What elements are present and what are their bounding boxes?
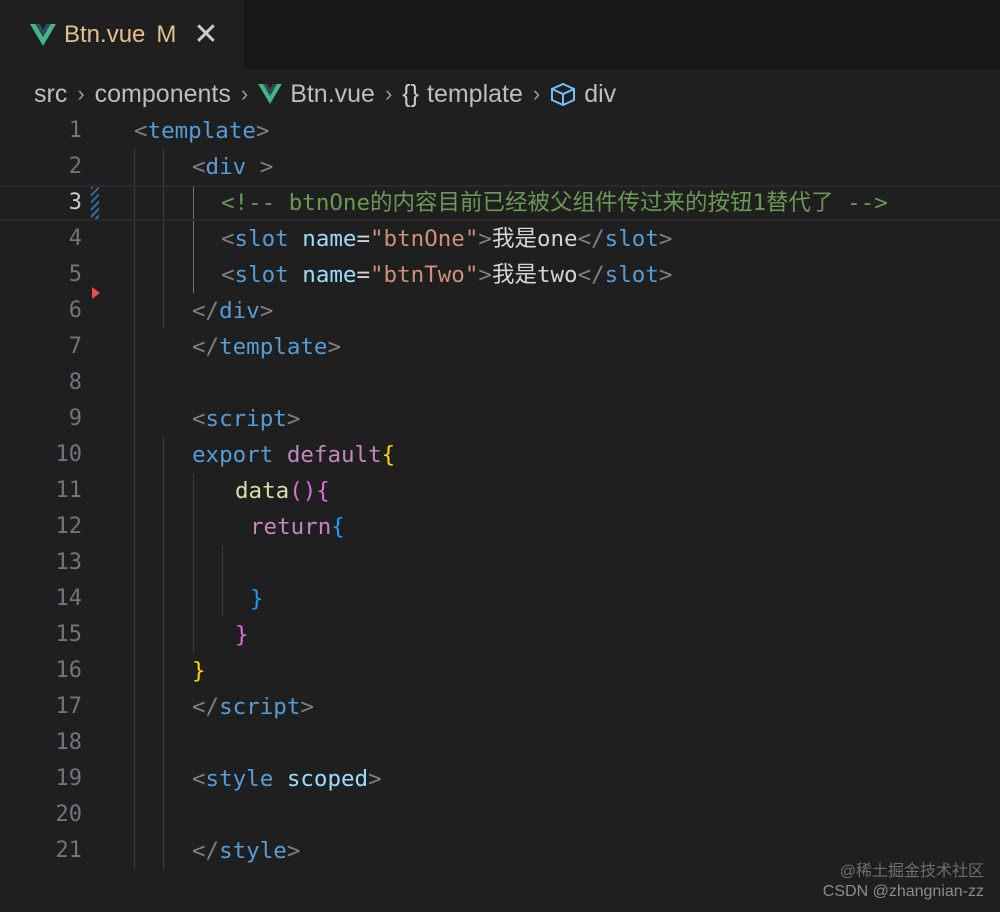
breadcrumb-item-template[interactable]: template	[427, 80, 523, 109]
code-text: </div>	[192, 298, 274, 324]
line-number: 21	[55, 838, 83, 863]
code-line[interactable]: 12 return{	[0, 509, 1000, 545]
line-number: 7	[68, 334, 82, 359]
line-number: 19	[55, 766, 83, 791]
breadcrumb: src › components › Btn.vue › {} template…	[34, 74, 616, 114]
line-number: 18	[55, 730, 83, 755]
line-number: 2	[68, 154, 82, 179]
code-text: </script>	[192, 694, 314, 720]
line-number: 15	[55, 622, 83, 647]
code-text: </style>	[192, 838, 301, 864]
line-number: 9	[68, 406, 82, 431]
code-line[interactable]: 10 export default{	[0, 437, 1000, 473]
line-number: 3	[68, 190, 82, 215]
tab-bar: Btn.vue M ✕	[0, 0, 1000, 70]
code-line[interactable]: 19 <style scoped>	[0, 761, 1000, 797]
code-text: data(){	[235, 478, 330, 504]
chevron-right-icon: ›	[77, 81, 85, 106]
line-number: 10	[55, 442, 83, 467]
line-number: 16	[55, 658, 83, 683]
code-text: </template>	[192, 334, 342, 360]
code-text: export default{	[192, 442, 396, 468]
code-text: return{	[250, 514, 345, 540]
line-number: 20	[55, 802, 83, 827]
code-line[interactable]: 20	[0, 797, 1000, 833]
code-line[interactable]: 6 </div>	[0, 293, 1000, 329]
breadcrumb-item-components[interactable]: components	[95, 80, 231, 109]
code-text: <slot name="btnTwo">我是two</slot>	[221, 262, 673, 288]
line-number: 4	[68, 226, 82, 251]
line-number: 8	[68, 370, 82, 395]
code-text: }	[192, 658, 206, 684]
code-line-active[interactable]: 3 <!-- btnOne的内容目前已经被父组件传过来的按钮1替代了 -->	[0, 185, 1000, 221]
code-line[interactable]: 2 <div >	[0, 149, 1000, 185]
code-editor[interactable]: 1 <template> 2 <div > 3 <!-- btnOne的内容目前…	[0, 113, 1000, 893]
close-icon[interactable]: ✕	[193, 20, 218, 50]
line-number: 12	[55, 514, 83, 539]
code-line[interactable]: 8	[0, 365, 1000, 401]
line-number: 1	[68, 118, 82, 143]
code-line[interactable]: 11 data(){	[0, 473, 1000, 509]
code-text: }	[235, 622, 249, 648]
code-line[interactable]: 16 }	[0, 653, 1000, 689]
code-line[interactable]: 5 <slot name="btnTwo">我是two</slot>	[0, 257, 1000, 293]
code-line[interactable]: 13	[0, 545, 1000, 581]
watermark-line-1: @稀土掘金技术社区	[839, 863, 984, 880]
code-line[interactable]: 14 }	[0, 581, 1000, 617]
code-text: <div >	[192, 154, 274, 180]
watermark: @稀土掘金技术社区 CSDN @zhangnian-zz	[823, 862, 984, 902]
code-line[interactable]: 7 </template>	[0, 329, 1000, 365]
code-line[interactable]: 1 <template>	[0, 113, 1000, 149]
line-number: 14	[55, 586, 83, 611]
watermark-line-2: CSDN @zhangnian-zz	[822, 883, 984, 900]
modified-badge: M	[156, 21, 177, 48]
line-number: 6	[68, 298, 82, 323]
code-line[interactable]: 9 <script>	[0, 401, 1000, 437]
chevron-right-icon: ›	[384, 81, 393, 106]
code-text: }	[250, 586, 264, 612]
chevron-right-icon: ›	[532, 81, 541, 106]
code-text: <!-- btnOne的内容目前已经被父组件传过来的按钮1替代了 -->	[221, 190, 888, 216]
code-text: <template>	[134, 118, 270, 144]
breadcrumb-item-btn-vue[interactable]: Btn.vue	[290, 80, 375, 109]
vue-icon	[30, 24, 56, 46]
code-text: <script>	[192, 406, 301, 432]
cube-icon	[550, 82, 576, 106]
line-number: 5	[68, 262, 82, 287]
line-number: 17	[55, 694, 83, 719]
line-number: 13	[55, 550, 83, 575]
breadcrumb-item-div[interactable]: div	[584, 80, 616, 109]
chevron-right-icon: ›	[240, 81, 249, 106]
code-line[interactable]: 17 </script>	[0, 689, 1000, 725]
code-line[interactable]: 18	[0, 725, 1000, 761]
tab-title: Btn.vue	[64, 21, 146, 48]
braces-icon: {}	[402, 79, 419, 108]
code-text: <slot name="btnOne">我是one</slot>	[221, 226, 673, 252]
breadcrumb-item-src[interactable]: src	[34, 80, 67, 109]
vue-icon	[258, 84, 283, 104]
code-text: <style scoped>	[192, 766, 382, 792]
line-number: 11	[55, 478, 83, 503]
code-line[interactable]: 15 }	[0, 617, 1000, 653]
editor-tab-btn-vue[interactable]: Btn.vue M ✕	[0, 0, 244, 70]
code-line[interactable]: 4 <slot name="btnOne">我是one</slot>	[0, 221, 1000, 257]
